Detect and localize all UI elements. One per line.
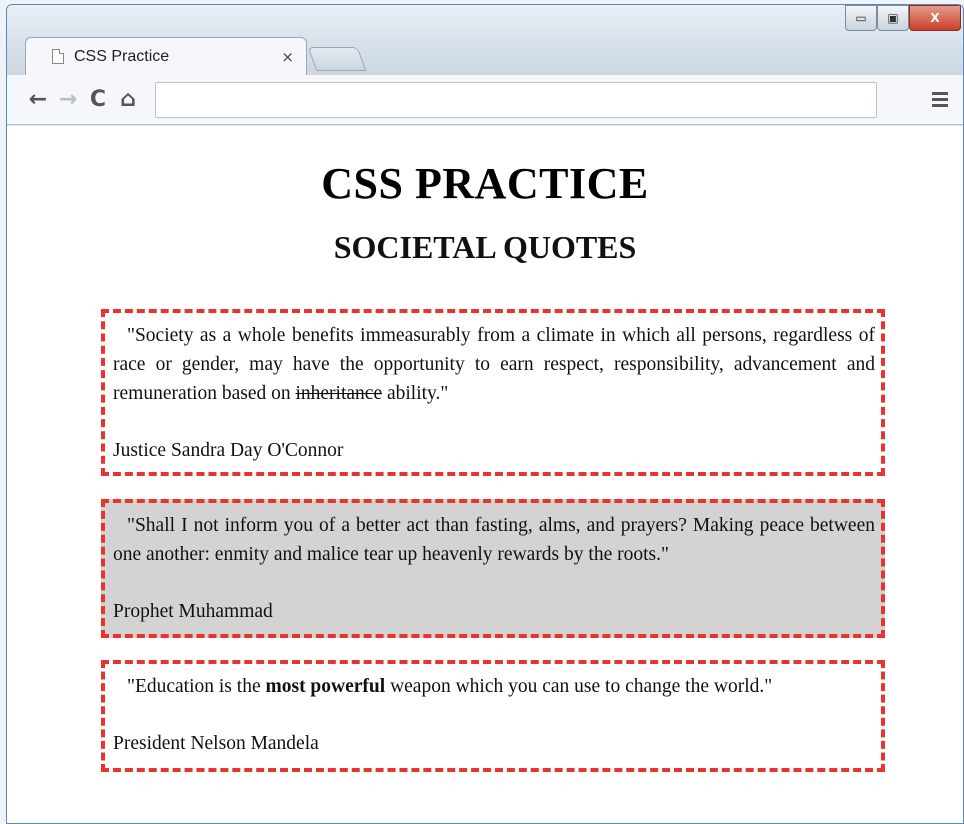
browser-toolbar: ← → C ⌂	[7, 75, 963, 125]
quote-text: "Society as a whole benefits immeasurabl…	[113, 325, 875, 404]
browser-tab[interactable]: CSS Practice ×	[25, 37, 307, 75]
window-controls: ▭ ▣ X	[845, 5, 961, 33]
menu-icon[interactable]	[927, 85, 953, 115]
section-title: SOCIETAL QUOTES	[333, 229, 637, 265]
home-icon[interactable]: ⌂	[113, 85, 143, 115]
quote-text: "Education is the most powerful weapon w…	[127, 676, 773, 697]
quote-box-1: "Society as a whole benefits immeasurabl…	[101, 309, 885, 476]
tab-title: CSS Practice	[74, 47, 170, 65]
quote-box-3: "Education is the most powerful weapon w…	[101, 660, 885, 772]
forward-icon[interactable]: →	[53, 85, 83, 115]
quote-text: "Shall I not inform you of a better act …	[113, 515, 875, 565]
quote-box-2: "Shall I not inform you of a better act …	[101, 499, 885, 638]
minimize-button[interactable]: ▭	[845, 5, 877, 31]
bold-phrase: most powerful	[265, 676, 386, 697]
quote-author: Prophet Muhammad	[113, 601, 273, 622]
page-title: CSS PRACTICE	[321, 159, 649, 208]
tab-close-icon[interactable]: ×	[281, 48, 294, 66]
address-bar[interactable]	[155, 81, 877, 118]
page-icon	[52, 49, 64, 64]
new-tab-button[interactable]	[307, 47, 367, 71]
quote-author: Justice Sandra Day O'Connor	[113, 440, 344, 461]
browser-window: ▭ ▣ X CSS Practice × ← → C ⌂ CSS PRACTIC…	[6, 4, 964, 824]
maximize-button[interactable]: ▣	[877, 5, 909, 31]
reload-icon[interactable]: C	[83, 85, 113, 115]
close-window-button[interactable]: X	[909, 5, 961, 31]
back-icon[interactable]: ←	[23, 85, 53, 115]
quote-author: President Nelson Mandela	[113, 733, 319, 754]
struck-word: inheritance	[295, 383, 383, 404]
page-content: CSS PRACTICE SOCIETAL QUOTES "Society as…	[7, 126, 963, 823]
